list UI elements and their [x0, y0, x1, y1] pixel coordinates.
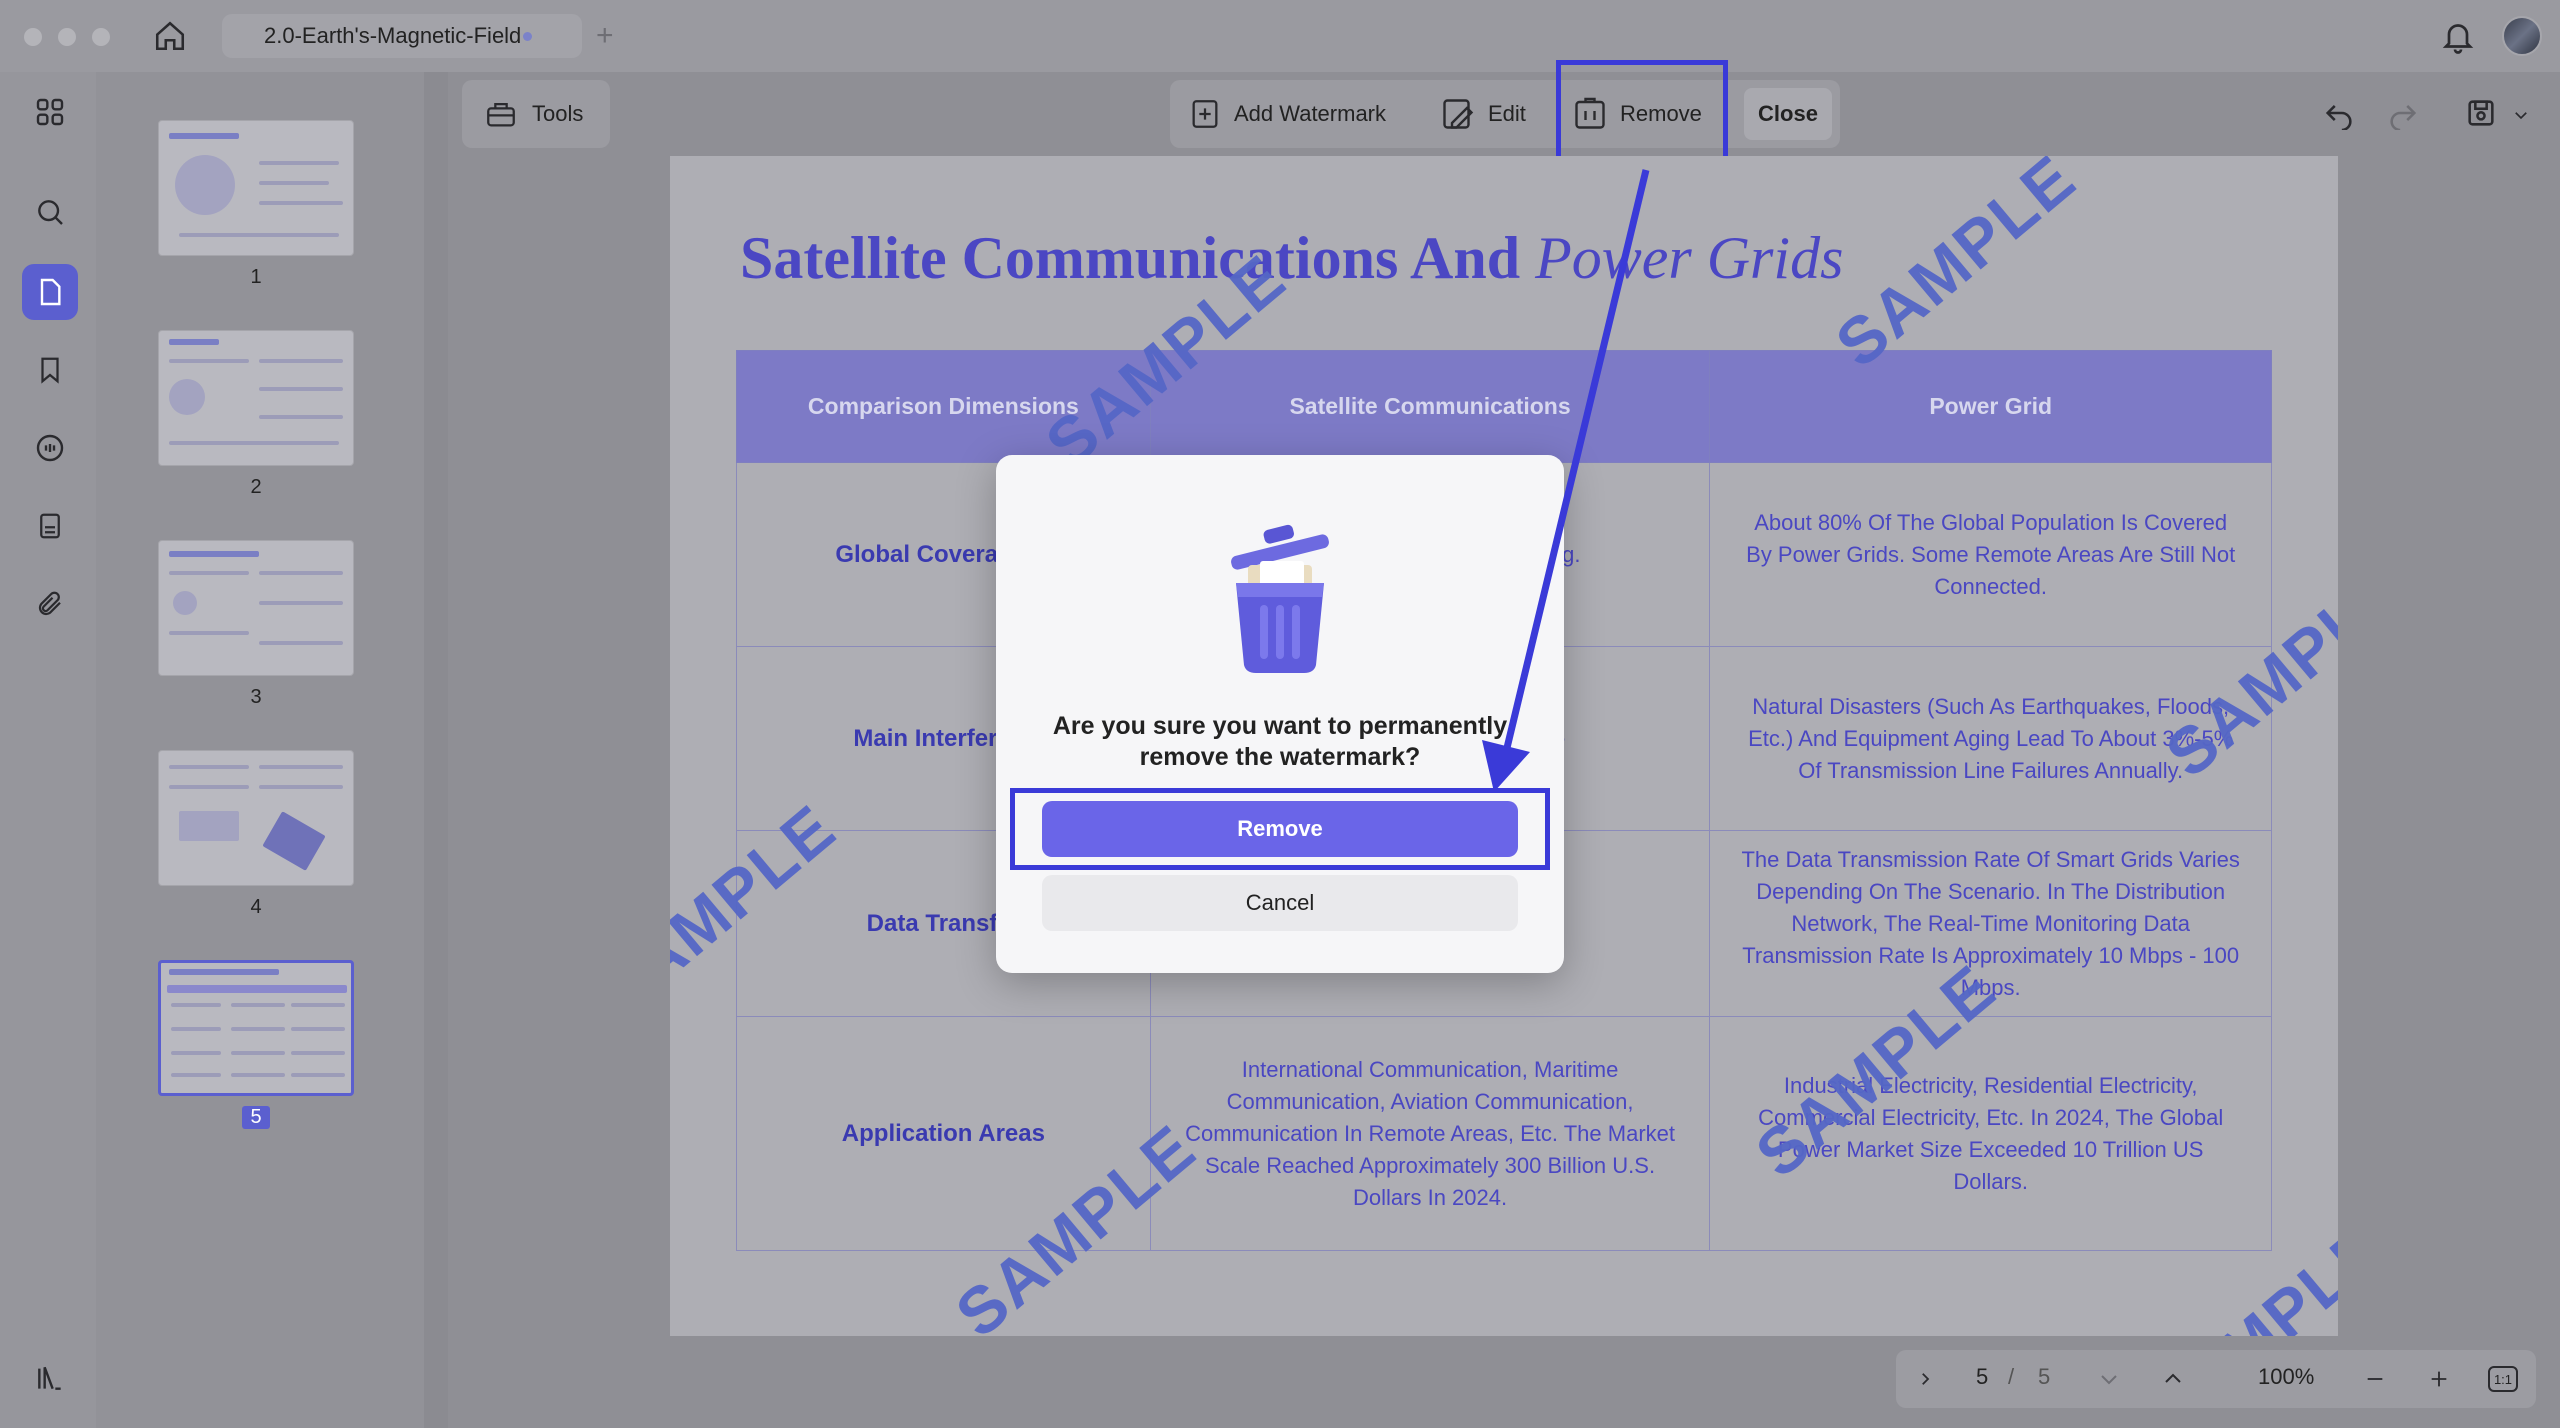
redo-icon[interactable]: [2386, 96, 2420, 130]
pages-button[interactable]: [22, 264, 78, 320]
trash-can-icon: [1231, 524, 1329, 673]
zoom-level[interactable]: 100%: [2258, 1364, 2314, 1390]
search-icon: [38, 200, 63, 225]
page-navigation-bar: 5 / 5 100% 1:1: [1896, 1350, 2536, 1408]
library-icon: [38, 1366, 61, 1390]
title-bar: 2.0-Earth's-Magnetic-Field +: [0, 0, 2560, 72]
form-icon: [40, 513, 60, 539]
row-satellite-cell: International Communication, Maritime Co…: [1149, 1016, 1711, 1251]
remove-watermark-dialog: Are you sure you want to permanently rem…: [996, 455, 1564, 973]
bell-icon: [2442, 24, 2474, 54]
thumbnail-panel: 1 2 3 4 5: [96, 72, 424, 1428]
add-watermark-label: Add Watermark: [1234, 101, 1387, 126]
library-button[interactable]: [22, 1350, 78, 1406]
thumbnail-page-5[interactable]: [158, 960, 354, 1096]
watermark-text: SAMPLE: [671, 156, 940, 162]
undo-icon[interactable]: [2322, 96, 2356, 130]
table-row: Application Areas International Communic…: [736, 1016, 2272, 1251]
forms-button[interactable]: [22, 498, 78, 554]
column-header: Power Grid: [1709, 350, 2272, 463]
plus-icon: [2431, 1371, 2447, 1387]
add-watermark-icon: [1192, 100, 1218, 128]
toolbox-icon: [487, 102, 515, 127]
apps-button[interactable]: [22, 84, 78, 140]
thumbnail-page-1[interactable]: [158, 120, 354, 256]
left-rail: [0, 72, 96, 1428]
confirm-highlight-box: [1010, 788, 1550, 870]
chevron-down-icon[interactable]: [2512, 106, 2530, 124]
page-title: Satellite Communications And Power Grids: [740, 224, 1843, 293]
page-title-main: Satellite Communications And: [740, 225, 1536, 291]
zoom-out-button[interactable]: [2358, 1362, 2392, 1396]
document-tab-title: 2.0-Earth's-Magnetic-Field: [264, 23, 522, 48]
attachments-button[interactable]: [22, 576, 78, 632]
home-icon: [155, 21, 185, 51]
zoom-in-button[interactable]: [2422, 1362, 2456, 1396]
paperclip-icon: [38, 591, 61, 616]
current-page-input[interactable]: 5: [1976, 1364, 1988, 1390]
chevron-up-icon: [2165, 1373, 2181, 1383]
thumbnail-page-2[interactable]: [158, 330, 354, 466]
remove-highlight-box: [1556, 60, 1728, 170]
column-header: Satellite Communications: [1149, 350, 1711, 463]
chevron-right-icon: [1922, 1373, 1930, 1385]
previous-page-button[interactable]: [2156, 1362, 2190, 1396]
thumbnail-page-4[interactable]: [158, 750, 354, 886]
panel-divider[interactable]: [424, 72, 448, 1428]
actual-size-button[interactable]: 1:1: [2488, 1366, 2518, 1392]
page-separator: /: [2008, 1364, 2015, 1389]
tools-button[interactable]: Tools: [462, 80, 610, 148]
expand-nav-button[interactable]: [1908, 1362, 1942, 1396]
table-header-row: Comparison Dimensions Satellite Communic…: [736, 350, 2272, 463]
window-close-control[interactable]: [24, 28, 42, 46]
window-zoom-control[interactable]: [92, 28, 110, 46]
home-button[interactable]: [150, 16, 190, 56]
page-icon: [40, 278, 61, 306]
unsaved-indicator: [523, 32, 532, 41]
row-power-grid-cell: About 80% Of The Global Population Is Co…: [1709, 462, 2272, 647]
thumbnail-number-badge: 5: [242, 1106, 270, 1129]
close-watermark-button[interactable]: Close: [1744, 88, 1832, 140]
chevron-down-icon: [2101, 1375, 2117, 1385]
thumbnail-number: 3: [250, 686, 262, 708]
bookmark-icon: [41, 357, 59, 384]
edit-watermark-icon: [1443, 99, 1474, 129]
avatar[interactable]: [2502, 16, 2542, 56]
thumbnail-number: 2: [250, 476, 262, 498]
dialog-question: Are you sure you want to permanently rem…: [1052, 712, 1508, 771]
watermark-toolbar: Add Watermark Edit Remove: [1170, 80, 1840, 148]
comment-icon: [36, 434, 64, 462]
document-tab[interactable]: 2.0-Earth's-Magnetic-Field: [222, 14, 582, 58]
thumbnail-number-selected: 5: [158, 1106, 354, 1129]
new-tab-button[interactable]: +: [596, 16, 614, 56]
thumbnail-number: 1: [250, 266, 262, 288]
edit-watermark-button[interactable]: Edit: [1440, 94, 1526, 134]
next-page-button[interactable]: [2092, 1362, 2126, 1396]
total-pages: 5: [2038, 1364, 2051, 1389]
grid-icon: [36, 98, 64, 126]
right-toolbar: [2300, 90, 2540, 138]
window-minimize-control[interactable]: [58, 28, 76, 46]
add-watermark-button[interactable]: Add Watermark: [1188, 94, 1386, 134]
cancel-button[interactable]: Cancel: [1042, 875, 1518, 931]
page-title-italic: Power Grids: [1535, 225, 1844, 291]
thumbnail-page-3[interactable]: [158, 540, 354, 676]
watermark-text: SAMPLE: [1821, 156, 2090, 382]
thumbnail-number: 4: [250, 896, 262, 918]
minus-icon: [2367, 1378, 2383, 1380]
notification-button[interactable]: [2440, 18, 2478, 56]
edit-label: Edit: [1488, 101, 1526, 126]
search-button[interactable]: [22, 184, 78, 240]
comments-button[interactable]: [22, 420, 78, 476]
tools-label: Tools: [532, 101, 584, 126]
bookmarks-button[interactable]: [22, 342, 78, 398]
save-icon[interactable]: [2464, 96, 2498, 130]
